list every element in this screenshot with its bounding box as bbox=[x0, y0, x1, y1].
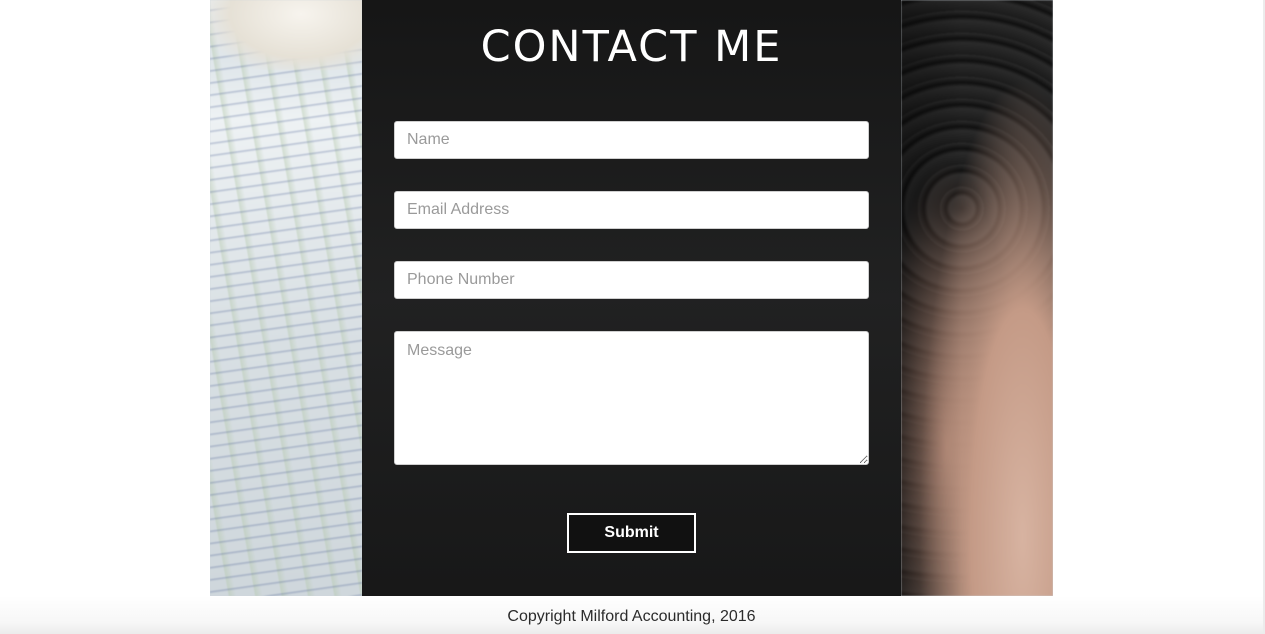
ledger-paper-photo bbox=[210, 0, 362, 596]
contact-panel: CONTACT ME Submit bbox=[362, 0, 901, 596]
message-textarea[interactable] bbox=[394, 331, 869, 465]
calculator-keypad-photo bbox=[901, 0, 1053, 596]
email-input[interactable] bbox=[394, 191, 869, 229]
footer: Copyright Milford Accounting, 2016 bbox=[0, 596, 1265, 634]
submit-button[interactable]: Submit bbox=[567, 513, 696, 553]
copyright-text: Copyright Milford Accounting, 2016 bbox=[507, 608, 756, 625]
page: CONTACT ME Submit Copyright Milford Acco… bbox=[0, 0, 1265, 634]
name-input[interactable] bbox=[394, 121, 869, 159]
contact-title: CONTACT ME bbox=[480, 22, 783, 72]
phone-input[interactable] bbox=[394, 261, 869, 299]
